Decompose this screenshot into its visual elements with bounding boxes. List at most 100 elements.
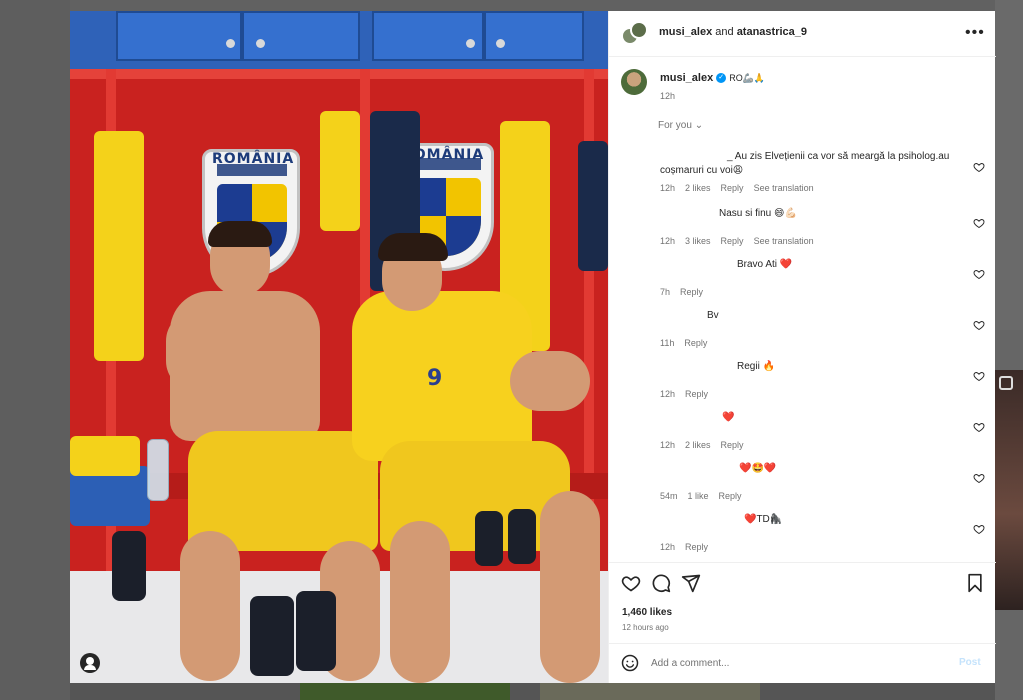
towel — [70, 436, 140, 476]
comment-text: ❤️🤩❤️ — [739, 463, 777, 474]
locker-knob — [256, 39, 265, 48]
post-photo[interactable]: ROMÂNIA ROMÂNIA 9 — [70, 11, 608, 683]
comment-text: Bv — [707, 310, 719, 321]
comment-text: ❤️ — [722, 412, 735, 423]
more-options-icon[interactable]: ••• — [965, 24, 985, 42]
sneaker — [508, 509, 536, 564]
background-bottom-feed — [70, 683, 995, 700]
comment-sort-dropdown[interactable]: For you ⌄ — [658, 120, 703, 131]
add-comment-bar: Post — [609, 643, 996, 683]
comment-time[interactable]: 7h — [660, 287, 670, 297]
author-username[interactable]: atanastrica_9 — [737, 26, 807, 38]
add-comment-input[interactable] — [651, 656, 921, 670]
post-side-panel: musi_alex and atanastrica_9 ••• musi_ale… — [608, 11, 996, 683]
bookmark-icon[interactable] — [965, 573, 985, 593]
comment-time[interactable]: 12h — [660, 542, 675, 552]
reply-button[interactable]: Reply — [685, 389, 708, 399]
reply-button[interactable]: Reply — [685, 542, 708, 552]
comment-time[interactable]: 12h — [660, 236, 675, 246]
player-hair — [208, 221, 272, 247]
comment-meta: 12h 2 likes Reply — [660, 440, 744, 450]
water-bottle — [147, 439, 169, 501]
author-username[interactable]: musi_alex — [659, 26, 712, 38]
comment-time[interactable]: 12h — [660, 440, 675, 450]
caption-time[interactable]: 12h — [660, 91, 675, 101]
player-leg — [540, 491, 600, 683]
post-modal: ROMÂNIA ROMÂNIA 9 musi_alex and atanastr… — [70, 11, 996, 683]
background-left — [0, 0, 70, 700]
sneaker — [250, 596, 294, 676]
see-translation-link[interactable]: See translation — [754, 236, 814, 246]
comment-row: Bv 11h Reply — [609, 309, 996, 355]
reply-button[interactable]: Reply — [680, 287, 703, 297]
comment-like-heart-icon[interactable] — [973, 472, 985, 484]
comment-time[interactable]: 12h — [660, 183, 675, 193]
player-leg — [390, 521, 450, 683]
tagged-users-icon[interactable] — [80, 653, 100, 673]
player-leg — [180, 531, 240, 681]
comment-like-heart-icon[interactable] — [973, 161, 985, 173]
caption-author: musi_alex ✓ RO🦾🙏 — [660, 72, 765, 84]
comment-row: Bravo Ati ❤️ 7h Reply — [609, 258, 996, 304]
comment-row: ❤️🤩❤️ 54m 1 like Reply — [609, 462, 996, 508]
like-heart-icon[interactable] — [621, 573, 641, 593]
comment-text: _ Au zis Elvețienii ca vor să meargă la … — [660, 151, 950, 176]
comment-like-heart-icon[interactable] — [973, 319, 985, 331]
share-send-icon[interactable] — [681, 573, 701, 593]
comment-like-heart-icon[interactable] — [973, 268, 985, 280]
comment-likes[interactable]: 1 like — [688, 491, 709, 501]
comment-time[interactable]: 12h — [660, 389, 675, 399]
chevron-down-icon: ⌄ — [694, 120, 704, 131]
sneaker — [296, 591, 336, 671]
reply-button[interactable]: Reply — [721, 440, 744, 450]
collab-avatars[interactable] — [621, 21, 648, 47]
comment-like-heart-icon[interactable] — [973, 523, 985, 535]
comment-likes[interactable]: 3 likes — [685, 236, 711, 246]
comment-row: ❤️TD🦍 12h Reply — [609, 513, 996, 559]
jersey-number: 9 — [427, 366, 443, 391]
comment-row: ❤️ 12h 2 likes Reply — [609, 411, 996, 457]
comment-like-heart-icon[interactable] — [973, 421, 985, 433]
post-comment-button[interactable]: Post — [959, 657, 981, 668]
see-translation-link[interactable]: See translation — [754, 183, 814, 193]
emoji-icon[interactable] — [621, 654, 639, 672]
locker-knob — [226, 39, 235, 48]
avatar[interactable] — [630, 21, 648, 39]
comment-meta: 12h 3 likes Reply See translation — [660, 236, 814, 246]
reply-button[interactable]: Reply — [719, 491, 742, 501]
hanging-jacket — [578, 141, 608, 271]
background-image — [300, 683, 510, 700]
comment-meta: 54m 1 like Reply — [660, 491, 742, 501]
comment-sort-label: For you — [658, 120, 692, 131]
post-authors: musi_alex and atanastrica_9 — [659, 26, 807, 38]
avatar[interactable] — [621, 69, 647, 95]
comment-time[interactable]: 54m — [660, 491, 678, 501]
comment-text: Regii 🔥 — [737, 361, 776, 372]
comment-like-heart-icon[interactable] — [973, 217, 985, 229]
comment-time[interactable]: 11h — [660, 338, 674, 348]
comment-bubble-icon[interactable] — [651, 573, 671, 593]
caption-username[interactable]: musi_alex — [660, 72, 713, 84]
comment-likes[interactable]: 2 likes — [685, 440, 711, 450]
reply-button[interactable]: Reply — [721, 183, 744, 193]
locker-knob — [496, 39, 505, 48]
player-hair — [378, 233, 448, 261]
comment-row: _ Au zis Elvețienii ca vor să meargă la … — [609, 150, 996, 196]
post-header: musi_alex and atanastrica_9 ••• — [609, 11, 996, 57]
background-image — [995, 370, 1023, 610]
reply-button[interactable]: Reply — [721, 236, 744, 246]
crest-label: ROMÂNIA — [212, 151, 295, 167]
comment-meta: 11h Reply — [660, 338, 707, 348]
locker-door — [116, 11, 242, 61]
sneaker — [475, 511, 503, 566]
reply-button[interactable]: Reply — [684, 338, 707, 348]
sneaker — [112, 531, 146, 601]
comment-likes[interactable]: 2 likes — [685, 183, 711, 193]
comment-like-heart-icon[interactable] — [973, 370, 985, 382]
likes-count[interactable]: 1,460 likes — [622, 607, 672, 618]
comment-text: Bravo Ati ❤️ — [737, 259, 793, 270]
locker-knob — [466, 39, 475, 48]
comment-meta: 7h Reply — [660, 287, 703, 297]
hanging-shirt — [320, 111, 360, 231]
post-age: 12 hours ago — [622, 623, 669, 632]
